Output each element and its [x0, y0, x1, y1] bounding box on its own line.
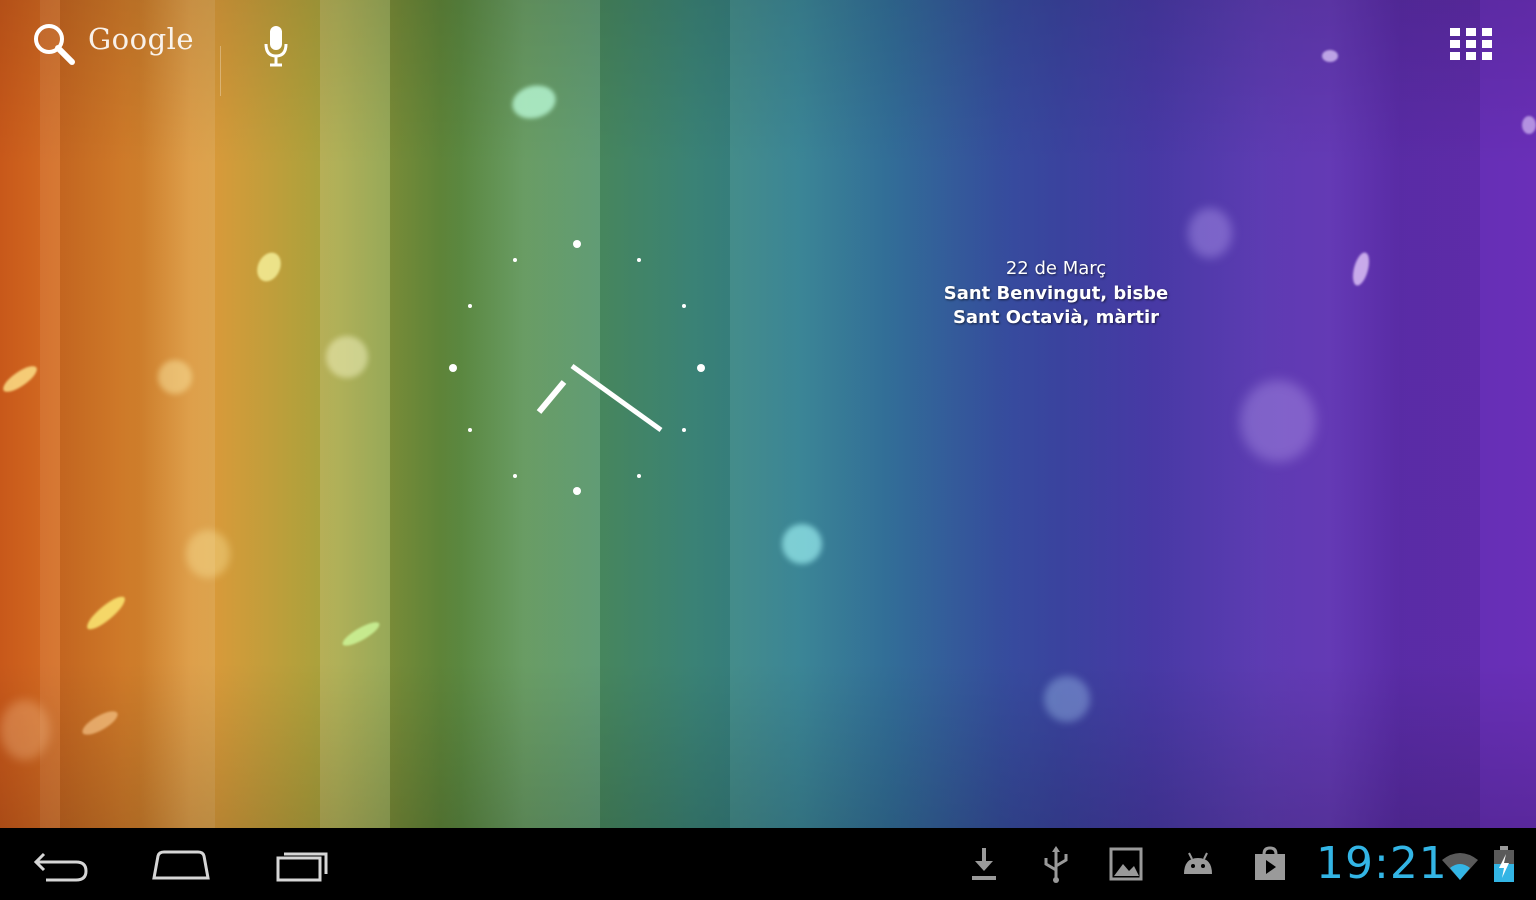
clock-hour-hand: [536, 380, 567, 414]
saint-name: Sant Benvingut, bisbe: [943, 283, 1169, 304]
saint-name: Sant Octavià, màrtir: [952, 307, 1160, 328]
android-icon: [1184, 852, 1212, 874]
play-store-icon: [1255, 846, 1285, 880]
battery-charging-icon: [1494, 846, 1514, 882]
usb-icon: [1044, 846, 1068, 883]
wallpaper-particle: [1322, 50, 1338, 62]
wallpaper-particle: [326, 336, 368, 378]
search-divider: [220, 46, 221, 96]
gallery-icon: [1109, 847, 1143, 881]
wallpaper-particle: [1044, 676, 1090, 722]
back-icon[interactable]: [30, 842, 100, 886]
home-icon[interactable]: [146, 842, 216, 886]
saints-of-the-day-widget[interactable]: 22 de Març Sant Benvingut, bisbe Sant Oc…: [916, 256, 1196, 330]
clock-minute-hand: [570, 363, 663, 433]
system-bar: 19:21: [0, 828, 1536, 900]
wallpaper-particle: [1522, 116, 1536, 134]
analog-clock-widget[interactable]: [446, 238, 708, 500]
wifi-icon: [1442, 853, 1478, 880]
app-drawer-icon[interactable]: [1448, 26, 1494, 60]
wallpaper-particle: [158, 360, 192, 394]
search-icon[interactable]: [30, 20, 76, 66]
recent-apps-icon[interactable]: [268, 842, 338, 886]
wallpaper-particle: [0, 700, 50, 760]
wallpaper-particle: [1188, 208, 1232, 258]
wallpaper-particle: [186, 530, 230, 578]
download-icon: [972, 848, 996, 880]
home-screen: Google 22 de Març Sant Benvingut, bisbe …: [0, 0, 1536, 900]
google-search-bar[interactable]: Google: [30, 18, 300, 96]
wallpaper-particle: [1240, 380, 1316, 462]
widget-date: 22 de Març: [1005, 258, 1107, 279]
microphone-icon[interactable]: [262, 24, 290, 68]
status-clock: 19:21: [1316, 838, 1448, 889]
google-search-label[interactable]: Google: [88, 22, 194, 56]
wallpaper-particle: [782, 524, 822, 564]
